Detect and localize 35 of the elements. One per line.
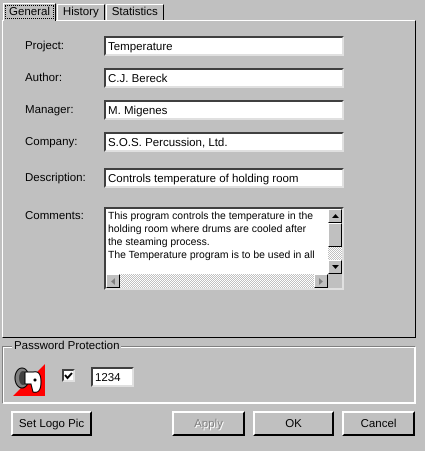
horizontal-scrollbar[interactable] bbox=[106, 274, 328, 288]
key-icon bbox=[13, 364, 45, 396]
scroll-left-button[interactable] bbox=[106, 274, 120, 288]
scroll-right-button[interactable] bbox=[314, 274, 328, 288]
scroll-down-button[interactable] bbox=[328, 260, 342, 274]
comments-text: This program controls the temperature in the holding room where drums are cooled after the steaming process. The Temperature program is to be used in all bbox=[108, 210, 316, 262]
checkbox[interactable] bbox=[62, 369, 75, 382]
scrollbar-corner bbox=[328, 274, 342, 288]
input-field[interactable]: Controls temperature of holding room bbox=[104, 168, 344, 188]
input-field[interactable]: Temperature bbox=[104, 36, 344, 56]
comments-field[interactable]: This program controls the temperature in the holding room where drums are cooled after the steaming process. The Temperature program is to be used in all bbox=[104, 207, 344, 290]
field-label: Author: bbox=[25, 72, 64, 84]
field-label: Manager: bbox=[25, 104, 75, 116]
field-label: Description: bbox=[25, 172, 87, 184]
tab[interactable]: Statistics bbox=[106, 4, 164, 20]
password-field[interactable]: 1234 bbox=[91, 367, 134, 387]
group-title: Password Protection bbox=[12, 340, 122, 352]
field-label: Project: bbox=[25, 40, 65, 52]
down-arrow-icon bbox=[332, 265, 338, 269]
scroll-thumb[interactable] bbox=[328, 223, 342, 247]
left-arrow-icon bbox=[111, 278, 115, 284]
field-label: Comments: bbox=[25, 209, 85, 222]
tab[interactable]: General bbox=[3, 3, 56, 21]
input-field[interactable]: M. Migenes bbox=[104, 100, 344, 120]
right-arrow-icon bbox=[319, 278, 323, 284]
dialog-button[interactable]: OK bbox=[253, 411, 334, 436]
dialog-button[interactable]: Cancel bbox=[342, 411, 415, 436]
up-arrow-icon bbox=[332, 214, 338, 218]
dialog-button[interactable]: Set Logo Pic bbox=[11, 411, 92, 436]
scroll-up-button[interactable] bbox=[328, 209, 342, 223]
input-field[interactable]: S.O.S. Percussion, Ltd. bbox=[104, 132, 344, 152]
input-field[interactable]: C.J. Bereck bbox=[104, 68, 344, 88]
field-label: Company: bbox=[25, 136, 78, 148]
vertical-scrollbar[interactable] bbox=[328, 209, 342, 274]
tab[interactable]: History bbox=[56, 4, 105, 20]
